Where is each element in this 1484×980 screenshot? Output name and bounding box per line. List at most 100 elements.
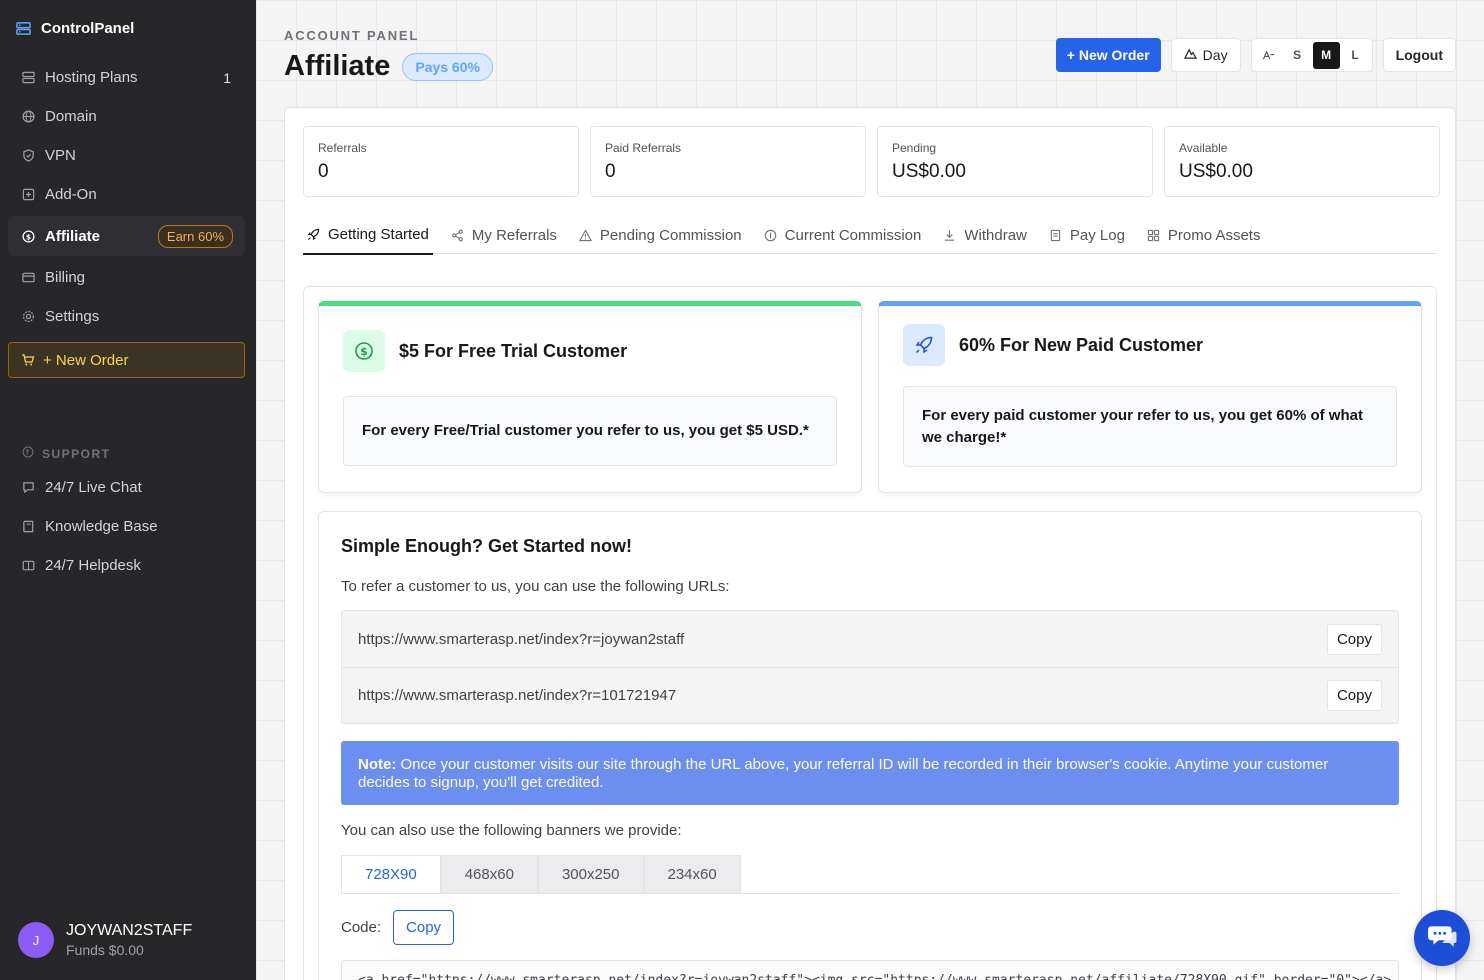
cart-icon [21,353,35,367]
font-size-icon[interactable] [1255,42,1282,69]
sidebar-item-live-chat[interactable]: 24/7 Live Chat [8,468,245,507]
support-nav: 24/7 Live Chat Knowledge Base 24/7 Helpd… [8,468,245,585]
theme-toggle-button[interactable]: Day [1170,38,1241,72]
banners-text: You can also use the following banners w… [341,822,682,839]
warning-icon [578,228,592,242]
size-option-l[interactable]: L [1342,42,1369,69]
shield-icon [22,149,35,162]
sidebar-item-label: VPN [45,147,76,164]
sidebar-item-knowledge-base[interactable]: Knowledge Base [8,507,245,546]
download-icon [943,229,956,242]
sidebar-item-settings[interactable]: Settings [8,297,245,336]
mountain-icon [1183,47,1197,63]
size-option-s[interactable]: S [1284,42,1311,69]
sidebar-item-helpdesk[interactable]: 24/7 Helpdesk [8,546,245,585]
offer-body: For every paid customer your refer to us… [903,386,1397,467]
live-chat-button[interactable] [1414,910,1470,966]
code-label: Code: [341,919,382,936]
svg-text:$: $ [360,345,368,358]
earn-badge: Earn 60% [157,224,233,248]
stat-paid-referrals: Paid Referrals 0 [590,126,866,197]
tab-getting-started[interactable]: Getting Started [303,216,433,255]
note-text: Once your customer visits our site throu… [358,756,1329,791]
server-icon [22,71,35,84]
cookie-note: Note: Once your customer visits our site… [341,741,1399,805]
sidebar-item-label: Settings [45,308,100,325]
offer-title: 60% For New Paid Customer [959,334,1204,355]
affiliate-tabs: Getting Started My Referrals Pending Com… [303,216,1437,255]
copy-code-button[interactable]: Copy [393,910,455,945]
sidebar-new-order-button[interactable]: + New Order [8,342,245,378]
user-funds: Funds $0.00 [66,942,144,958]
main-area: ACCOUNT PANEL Affiliate Pays 60% + New O… [256,0,1484,980]
sidebar-item-vpn[interactable]: VPN [8,136,245,175]
tab-withdraw[interactable]: Withdraw [939,216,1031,254]
size-option-m[interactable]: M [1312,41,1340,69]
stat-value: 0 [605,161,616,182]
get-started-card: Simple Enough? Get Started now! To refer… [318,511,1422,980]
coin-icon [764,229,777,242]
ticket-icon [22,559,35,572]
font-size-selector: S M L [1250,38,1373,72]
sidebar-item-hosting-plans[interactable]: Hosting Plans 1 [8,58,245,97]
tab-promo-assets[interactable]: Promo Assets [1143,216,1265,254]
share-icon [451,229,464,242]
globe-icon [22,110,35,123]
banner-tab-300x250[interactable]: 300x250 [537,855,644,893]
hosting-plans-count: 1 [223,69,231,86]
sidebar-item-label: Knowledge Base [45,518,158,535]
tab-current-commission[interactable]: Current Commission [760,216,926,254]
tab-label: Pay Log [1069,226,1125,244]
gear-icon [22,310,35,323]
offer-title: $5 For Free Trial Customer [399,340,628,361]
get-started-title: Simple Enough? Get Started now! [341,536,633,556]
sidebar-item-billing[interactable]: Billing [8,258,245,297]
user-name: JOYWAN2STAFF [66,922,193,939]
new-order-button[interactable]: + New Order [1055,38,1161,72]
note-label: Note: [358,756,397,773]
sidebar-item-label: 24/7 Live Chat [45,479,142,496]
offer-head: $ $5 For Free Trial Customer [343,330,627,372]
avatar: J [18,922,54,958]
tab-label: Getting Started [328,226,429,243]
banner-code-textarea[interactable]: <a href="https://www.smarterasp.net/inde… [341,960,1399,980]
affiliate-panel: Referrals 0 Paid Referrals 0 Pending US$… [284,107,1456,980]
grid-icon [1147,229,1160,242]
brand[interactable]: ControlPanel [16,20,134,37]
support-heading-label: SUPPORT [42,446,111,461]
stats-row: Referrals 0 Paid Referrals 0 Pending US$… [303,126,1440,197]
tab-my-referrals[interactable]: My Referrals [447,216,561,254]
offer-body: For every Free/Trial customer you refer … [343,396,837,466]
referral-url[interactable]: https://www.smarterasp.net/index?r=10172… [358,687,676,704]
tab-label: Pending Commission [599,226,742,244]
sidebar-item-label: 24/7 Helpdesk [45,557,141,574]
copy-url-button[interactable]: Copy [1326,623,1382,655]
page-title-row: Affiliate Pays 60% [284,50,493,83]
user-profile[interactable]: J JOYWAN2STAFF Funds $0.00 [18,922,192,958]
sidebar-item-affiliate[interactable]: $ Affiliate Earn 60% [8,216,245,256]
stat-value: 0 [318,161,329,182]
banner-tab-468x60[interactable]: 468x60 [440,855,538,893]
question-circle-icon: ? [22,446,34,461]
stat-value: US$0.00 [1179,161,1253,182]
referral-url-row: https://www.smarterasp.net/index?r=10172… [342,667,1398,723]
rocket-icon [307,228,320,241]
stat-available: Available US$0.00 [1164,126,1440,197]
banner-tab-234x60[interactable]: 234x60 [643,855,741,893]
sidebar-item-label: Affiliate [45,227,101,245]
server-stack-icon [16,22,31,35]
referral-url[interactable]: https://www.smarterasp.net/index?r=joywa… [358,631,684,648]
banner-tab-728x90[interactable]: 728X90 [341,855,441,893]
svg-text:$: $ [26,232,31,241]
sidebar-item-domain[interactable]: Domain [8,97,245,136]
sidebar-item-add-on[interactable]: Add-On [8,175,245,214]
sidebar-item-label: Add-On [45,186,97,203]
offer-card-paid: 60% For New Paid Customer For every paid… [878,301,1422,493]
page-eyebrow: ACCOUNT PANEL [284,28,420,43]
tab-pay-log[interactable]: Pay Log [1045,216,1129,254]
tab-pending-commission[interactable]: Pending Commission [575,216,746,254]
dollar-circle-icon: $ [343,330,385,372]
tab-label: My Referrals [471,226,557,244]
logout-button[interactable]: Logout [1382,38,1456,72]
copy-url-button[interactable]: Copy [1326,680,1382,711]
